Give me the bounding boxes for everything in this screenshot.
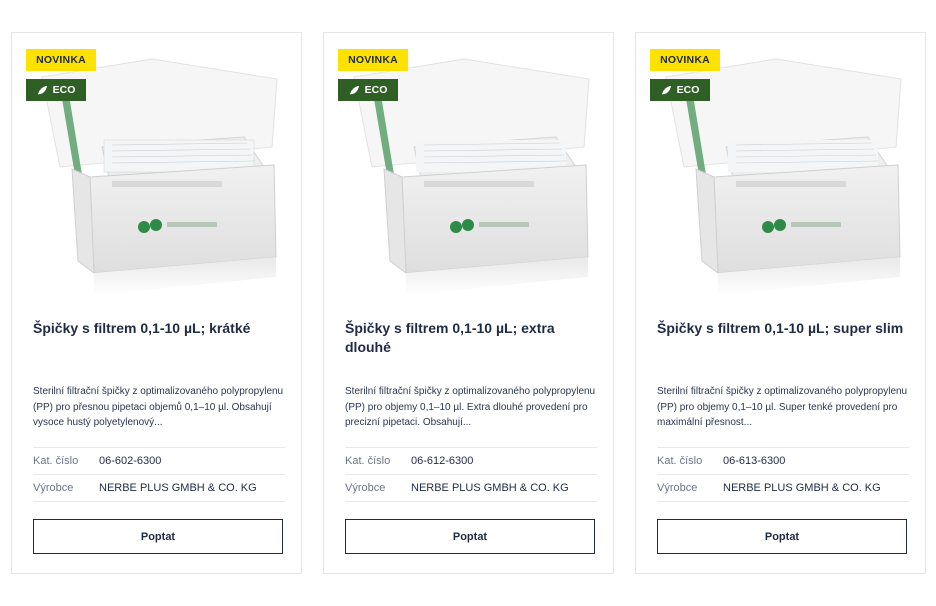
catalog-number-label: Kat. číslo	[33, 455, 79, 467]
product-description: Sterilní filtrační špičky z optimalizova…	[345, 386, 596, 428]
catalog-number-value: 06-602-6300	[99, 455, 162, 467]
manufacturer-value: NERBE PLUS GMBH & CO. KG	[99, 482, 257, 494]
leaf-icon	[37, 85, 47, 95]
new-badge: NOVINKA	[26, 49, 96, 71]
eco-badge: ECO	[26, 79, 86, 101]
new-badge: NOVINKA	[338, 49, 408, 71]
inquire-button[interactable]: Poptat	[33, 519, 283, 554]
inquire-button[interactable]: Poptat	[345, 519, 595, 554]
leaf-icon	[661, 85, 671, 95]
manufacturer-row: Výrobce NERBE PLUS GMBH & CO. KG	[657, 474, 909, 502]
catalog-number-row: Kat. číslo 06-612-6300	[345, 447, 597, 474]
product-title[interactable]: Špičky s filtrem 0,1-10 µL; extra dlouhé	[345, 319, 595, 357]
manufacturer-row: Výrobce NERBE PLUS GMBH & CO. KG	[345, 474, 597, 502]
manufacturer-row: Výrobce NERBE PLUS GMBH & CO. KG	[33, 474, 285, 502]
product-description: Sterilní filtrační špičky z optimalizova…	[33, 386, 284, 428]
catalog-number-label: Kat. číslo	[345, 455, 391, 467]
manufacturer-label: Výrobce	[657, 482, 698, 494]
eco-badge: ECO	[338, 79, 398, 101]
product-card[interactable]: NOVINKA ECO Špičky s filtrem 0,1-10 µL; …	[11, 32, 302, 574]
product-description: Sterilní filtrační špičky z optimalizova…	[657, 386, 908, 428]
product-title[interactable]: Špičky s filtrem 0,1-10 µL; super slim	[657, 319, 907, 338]
new-badge: NOVINKA	[650, 49, 720, 71]
manufacturer-label: Výrobce	[33, 482, 74, 494]
new-badge-label: NOVINKA	[660, 54, 710, 66]
manufacturer-label: Výrobce	[345, 482, 386, 494]
product-card[interactable]: NOVINKA ECO Špičky s filtrem 0,1-10 µL; …	[323, 32, 614, 574]
product-title[interactable]: Špičky s filtrem 0,1-10 µL; krátké	[33, 319, 283, 338]
eco-badge-label: ECO	[364, 84, 388, 96]
catalog-number-label: Kat. číslo	[657, 455, 703, 467]
new-badge-label: NOVINKA	[348, 54, 398, 66]
new-badge-label: NOVINKA	[36, 54, 86, 66]
manufacturer-value: NERBE PLUS GMBH & CO. KG	[723, 482, 881, 494]
catalog-number-row: Kat. číslo 06-613-6300	[657, 447, 909, 474]
manufacturer-value: NERBE PLUS GMBH & CO. KG	[411, 482, 569, 494]
product-card[interactable]: NOVINKA ECO Špičky s filtrem 0,1-10 µL; …	[635, 32, 926, 574]
eco-badge-label: ECO	[676, 84, 700, 96]
eco-badge: ECO	[650, 79, 710, 101]
leaf-icon	[349, 85, 359, 95]
catalog-number-value: 06-613-6300	[723, 455, 786, 467]
eco-badge-label: ECO	[52, 84, 76, 96]
catalog-number-value: 06-612-6300	[411, 455, 474, 467]
catalog-number-row: Kat. číslo 06-602-6300	[33, 447, 285, 474]
inquire-button[interactable]: Poptat	[657, 519, 907, 554]
